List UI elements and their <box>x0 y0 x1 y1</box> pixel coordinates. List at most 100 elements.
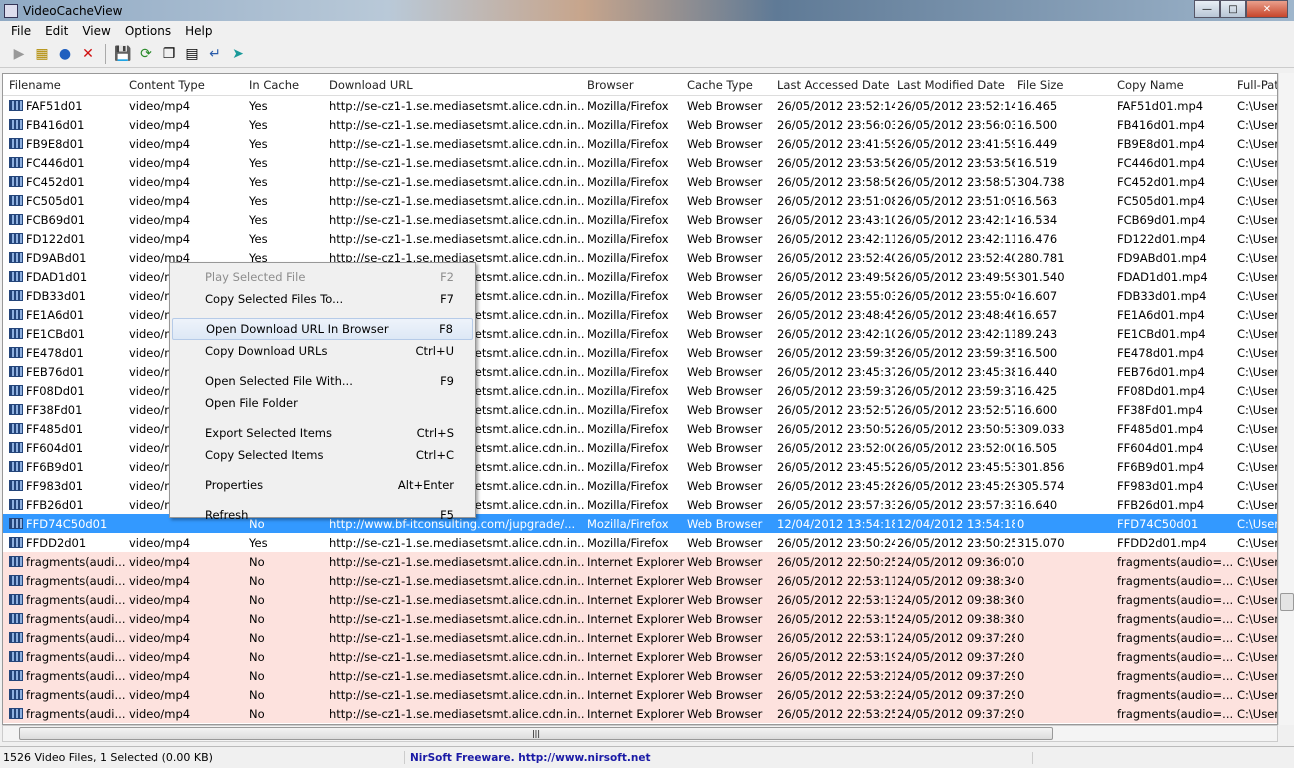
table-row[interactable]: FCB69d01 video/mp4 Yes http://se-cz1-1.se.m… <box>3 210 1277 229</box>
column-header-last-modified[interactable]: Last Modified Date <box>897 78 1015 92</box>
table-row[interactable]: FD122d01 video/mp4 Yes http://se-cz1-1.se.m… <box>3 229 1277 248</box>
cell-file-size: 304.738 <box>1017 175 1065 189</box>
status-bar: 1526 Video Files, 1 Selected (0.00 KB) N… <box>0 746 1294 768</box>
play-icon[interactable]: ▶ <box>10 45 28 63</box>
cell-cache-type: Web Browser <box>687 270 763 284</box>
minimize-button[interactable]: — <box>1194 0 1220 18</box>
cell-copy-name: fragments(audio=... <box>1117 650 1234 664</box>
cell-content-type: video/mp4 <box>129 612 191 626</box>
open-folder-icon[interactable]: ↵ <box>206 45 224 63</box>
save-icon[interactable]: 💾 <box>114 45 132 63</box>
menu-separator <box>172 496 473 504</box>
cell-cache-type: Web Browser <box>687 669 763 683</box>
menu-file[interactable]: File <box>4 24 38 38</box>
cell-filename: FDB33d01 <box>9 289 127 303</box>
cell-full-path: C:\User <box>1237 460 1278 474</box>
menu-help[interactable]: Help <box>178 24 219 38</box>
table-row[interactable]: FC446d01 video/mp4 Yes http://se-cz1-1.se.m… <box>3 153 1277 172</box>
table-row[interactable]: FC505d01 video/mp4 Yes http://se-cz1-1.se.m… <box>3 191 1277 210</box>
table-row[interactable]: FAF51d01 video/mp4 Yes http://se-cz1-1.se.m… <box>3 96 1277 115</box>
globe-icon[interactable]: ● <box>56 45 74 63</box>
column-header-content-type[interactable]: Content Type <box>129 78 247 92</box>
cell-download-url: http://se-cz1-1.se.mediasetsmt.alice.cdn… <box>329 669 585 683</box>
maximize-button[interactable]: □ <box>1220 0 1246 18</box>
nirsoft-link[interactable]: NirSoft Freeware. http://www.nirsoft.net <box>405 751 1033 764</box>
filename-text: FCB69d01 <box>26 213 86 227</box>
menu-item-play-selected-file[interactable]: Play Selected File F2 <box>172 266 473 288</box>
app-icon <box>4 3 18 18</box>
table-row[interactable]: fragments(audi... video/mp4 No http://se-cz… <box>3 685 1277 704</box>
horizontal-scrollbar[interactable]: ||| <box>2 725 1278 742</box>
table-row[interactable]: fragments(audi... video/mp4 No http://se-cz… <box>3 704 1277 723</box>
column-header-file-size[interactable]: File Size <box>1017 78 1115 92</box>
filename-text: FE1CBd01 <box>26 327 86 341</box>
menu-item-copy-download-urls[interactable]: Copy Download URLs Ctrl+U <box>172 340 473 362</box>
table-row[interactable]: fragments(audi... video/mp4 No http://se-cz… <box>3 590 1277 609</box>
horizontal-scroll-thumb[interactable]: ||| <box>19 727 1053 740</box>
table-row[interactable]: fragments(audi... video/mp4 No http://se-cz… <box>3 647 1277 666</box>
menu-options[interactable]: Options <box>118 24 178 38</box>
menu-item-refresh[interactable]: Refresh F5 <box>172 504 473 526</box>
video-file-icon <box>9 670 23 681</box>
cell-filename: FF38Fd01 <box>9 403 127 417</box>
table-row[interactable]: fragments(audi... video/mp4 No http://se-cz… <box>3 666 1277 685</box>
column-header-filename[interactable]: Filename <box>9 78 127 92</box>
table-row[interactable]: fragments(audi... video/mp4 No http://se-cz… <box>3 628 1277 647</box>
cell-filename: FB9E8d01 <box>9 137 127 151</box>
cell-filename: fragments(audi... <box>9 555 127 569</box>
menu-item-open-selected-file-with[interactable]: Open Selected File With... F9 <box>172 370 473 392</box>
menu-item-copy-selected-files-to[interactable]: Copy Selected Files To... F7 <box>172 288 473 310</box>
column-header-cache-type[interactable]: Cache Type <box>687 78 775 92</box>
table-row[interactable]: fragments(audi... video/mp4 No http://se-cz… <box>3 571 1277 590</box>
menu-edit[interactable]: Edit <box>38 24 75 38</box>
cell-download-url: http://se-cz1-1.se.mediasetsmt.alice.cdn… <box>329 194 585 208</box>
close-button[interactable]: ✕ <box>1246 0 1288 18</box>
cell-content-type: video/mp4 <box>129 536 191 550</box>
properties-icon[interactable]: ▤ <box>183 45 201 63</box>
vertical-scroll-thumb[interactable] <box>1280 593 1294 611</box>
menu-item-export-selected-items[interactable]: Export Selected Items Ctrl+S <box>172 422 473 444</box>
video-file-icon <box>9 499 23 510</box>
cell-full-path: C:\User <box>1237 574 1278 588</box>
delete-icon[interactable]: ✕ <box>79 45 97 63</box>
video-file-icon <box>9 537 23 548</box>
cell-download-url: http://se-cz1-1.se.mediasetsmt.alice.cdn… <box>329 688 585 702</box>
video-file-icon <box>9 480 23 491</box>
column-header-in-cache[interactable]: In Cache <box>249 78 327 92</box>
exit-icon[interactable]: ➤ <box>229 45 247 63</box>
table-row[interactable]: FB9E8d01 video/mp4 Yes http://se-cz1-1.se.m… <box>3 134 1277 153</box>
menu-item-properties[interactable]: Properties Alt+Enter <box>172 474 473 496</box>
menu-item-open-file-folder[interactable]: Open File Folder <box>172 392 473 414</box>
cell-content-type: video/mp4 <box>129 99 191 113</box>
menu-item-open-download-url-in-browser[interactable]: Open Download URL In Browser F8 <box>172 318 473 340</box>
video-file-icon <box>9 233 23 244</box>
filename-text: FF08Dd01 <box>26 384 85 398</box>
table-row[interactable]: fragments(audi... video/mp4 No http://se-cz… <box>3 552 1277 571</box>
menu-view[interactable]: View <box>75 24 117 38</box>
menu-item-label: Open Selected File With... <box>205 374 353 388</box>
column-header-last-accessed[interactable]: Last Accessed Date <box>777 78 895 92</box>
table-row[interactable]: FFDD2d01 video/mp4 Yes http://se-cz1-1.se.m… <box>3 533 1277 552</box>
copy-files-icon[interactable]: ▦ <box>33 45 51 63</box>
refresh-icon[interactable]: ⟳ <box>137 45 155 63</box>
filename-text: FD122d01 <box>26 232 86 246</box>
menu-bar: File Edit View Options Help <box>0 21 1294 41</box>
cell-last-modified: 26/05/2012 23:41:59 <box>897 137 1015 151</box>
video-file-icon <box>9 100 23 111</box>
column-header-copy-name[interactable]: Copy Name <box>1117 78 1235 92</box>
copy-icon[interactable]: ❐ <box>160 45 178 63</box>
column-header-download-url[interactable]: Download URL <box>329 78 585 92</box>
menu-item-copy-selected-items[interactable]: Copy Selected Items Ctrl+C <box>172 444 473 466</box>
table-row[interactable]: fragments(audi... video/mp4 No http://se-cz… <box>3 609 1277 628</box>
cell-content-type: video/mp4 <box>129 707 191 721</box>
column-header-browser[interactable]: Browser <box>587 78 685 92</box>
vertical-scrollbar[interactable] <box>1278 73 1294 725</box>
table-row[interactable]: FB416d01 video/mp4 Yes http://se-cz1-1.se.m… <box>3 115 1277 134</box>
column-header-full-path[interactable]: Full-Pat <box>1237 78 1277 92</box>
cell-file-size: 16.500 <box>1017 118 1058 132</box>
cell-filename: FF6B9d01 <box>9 460 127 474</box>
cell-last-modified: 12/04/2012 13:54:18 <box>897 517 1015 531</box>
cell-file-size: 0 <box>1017 688 1025 702</box>
cell-last-accessed: 26/05/2012 23:45:37 <box>777 365 895 379</box>
table-row[interactable]: FC452d01 video/mp4 Yes http://se-cz1-1.se.m… <box>3 172 1277 191</box>
